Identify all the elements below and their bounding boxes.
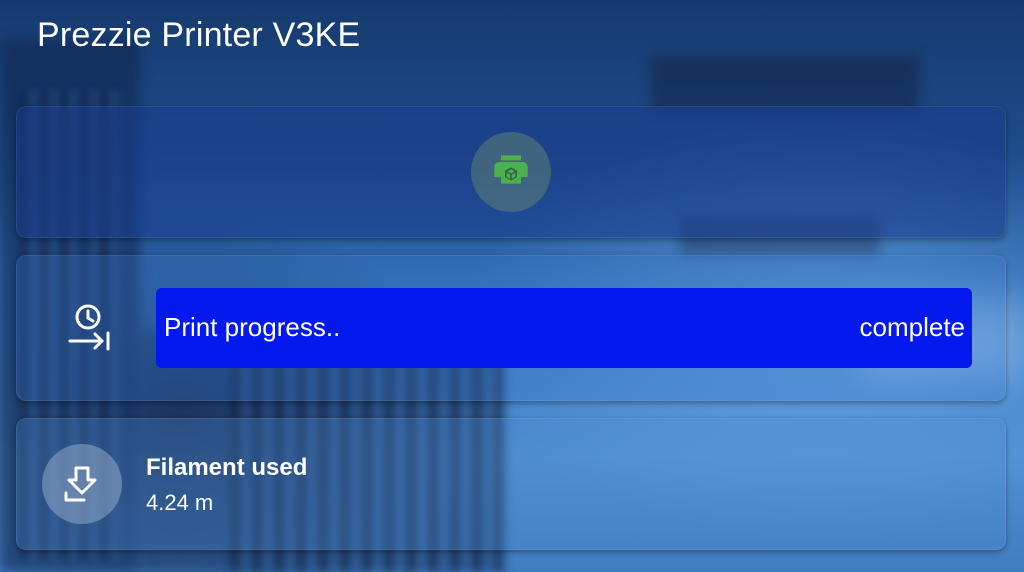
- printer-status-card[interactable]: [16, 106, 1006, 238]
- print-progress-bar: Print progress.. complete: [156, 288, 972, 368]
- printer-3d-icon: [494, 155, 528, 184]
- filament-used-label: Filament used: [146, 454, 308, 481]
- print-progress-label: Print progress..: [164, 312, 341, 342]
- filament-used-value: 4.24 m: [146, 490, 214, 515]
- printer-status-badge[interactable]: [471, 132, 551, 212]
- page-title: Prezzie Printer V3KE: [37, 16, 361, 54]
- bg-shape: [650, 55, 920, 110]
- print-progress-state: complete: [859, 312, 966, 342]
- filament-used-card[interactable]: Filament used 4.24 m: [16, 418, 1006, 550]
- filament-icon-badge: [42, 444, 122, 524]
- print-progress-card[interactable]: Print progress.. complete: [16, 255, 1006, 401]
- tray-arrow-down-icon: [64, 466, 97, 502]
- clock-end-icon: [68, 304, 110, 351]
